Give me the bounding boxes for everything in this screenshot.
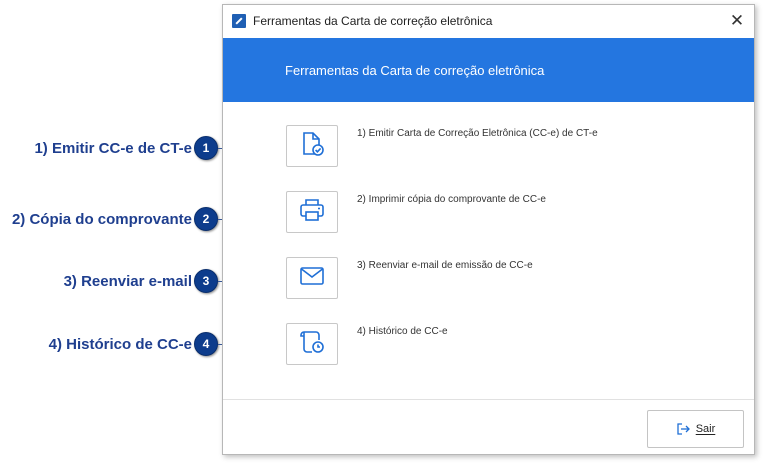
tool-row-historico: 4) Histórico de CC-e xyxy=(286,323,726,369)
reenviar-email-button[interactable] xyxy=(286,257,338,299)
emitir-cce-label: 1) Emitir Carta de Correção Eletrônica (… xyxy=(357,128,598,139)
envelope-icon xyxy=(297,263,327,294)
callout-2-badge: 2 xyxy=(194,207,218,231)
printer-icon xyxy=(297,196,327,229)
historico-cce-button[interactable] xyxy=(286,323,338,365)
window-title: Ferramentas da Carta de correção eletrôn… xyxy=(253,14,493,28)
reenviar-email-label: 3) Reenviar e-mail de emissão de CC-e xyxy=(357,260,533,271)
scroll-clock-icon xyxy=(297,328,327,361)
callout-2-text: 2) Cópia do comprovante xyxy=(11,211,192,228)
close-button[interactable]: ✕ xyxy=(726,10,748,32)
document-check-icon xyxy=(298,130,326,163)
tools-dialog: Ferramentas da Carta de correção eletrôn… xyxy=(222,4,755,455)
footer-divider xyxy=(223,399,754,400)
exit-button[interactable]: Sair xyxy=(647,410,744,448)
banner-title: Ferramentas da Carta de correção eletrôn… xyxy=(285,62,545,78)
callout-4-badge: 4 xyxy=(194,332,218,356)
tool-row-emitir: 1) Emitir Carta de Correção Eletrônica (… xyxy=(286,125,726,171)
app-arrow-icon xyxy=(232,14,246,28)
emitir-cce-button[interactable] xyxy=(286,125,338,167)
tool-row-imprimir: 2) Imprimir cópia do comprovante de CC-e xyxy=(286,191,726,237)
callout-3-text: 3) Reenviar e-mail xyxy=(63,273,192,290)
imprimir-comprovante-button[interactable] xyxy=(286,191,338,233)
callout-1-badge: 1 xyxy=(194,136,218,160)
header-banner: Ferramentas da Carta de correção eletrôn… xyxy=(223,38,754,102)
historico-cce-label: 4) Histórico de CC-e xyxy=(357,326,448,337)
callout-1-text: 1) Emitir CC-e de CT-e xyxy=(34,140,192,157)
callout-3-badge: 3 xyxy=(194,269,218,293)
imprimir-comprovante-label: 2) Imprimir cópia do comprovante de CC-e xyxy=(357,194,546,205)
tool-row-reenviar: 3) Reenviar e-mail de emissão de CC-e xyxy=(286,257,726,303)
exit-label: Sair xyxy=(695,423,716,435)
callout-4-text: 4) Histórico de CC-e xyxy=(48,336,192,353)
exit-icon xyxy=(676,422,692,436)
title-bar: Ferramentas da Carta de correção eletrôn… xyxy=(223,5,754,37)
